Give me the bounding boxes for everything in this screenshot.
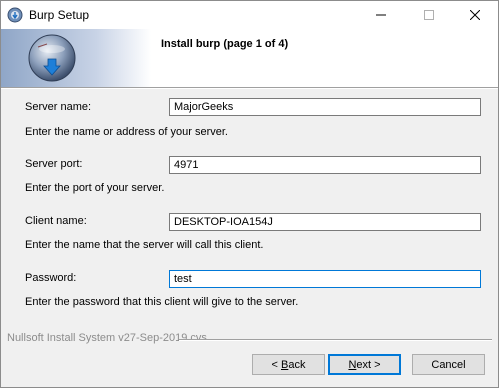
- password-hint: Enter the password that this client will…: [25, 296, 299, 308]
- cancel-button[interactable]: Cancel: [412, 354, 485, 375]
- burp-logo-icon: [27, 33, 77, 83]
- next-button-rest: ext >: [356, 358, 381, 371]
- back-button-rest: ack: [288, 358, 306, 371]
- next-button-accel: N: [348, 358, 357, 371]
- next-button[interactable]: Next >: [328, 354, 401, 375]
- server-name-hint: Enter the name or address of your server…: [25, 126, 228, 138]
- client-name-label: Client name:: [25, 215, 87, 227]
- client-name-field[interactable]: [169, 213, 481, 231]
- server-port-field[interactable]: [169, 156, 481, 174]
- client-name-hint: Enter the name that the server will call…: [25, 239, 264, 251]
- burp-installer-icon: [7, 7, 23, 23]
- window-title: Burp Setup: [29, 8, 90, 22]
- minimize-icon: [376, 10, 386, 20]
- header-banner: Install burp (page 1 of 4): [1, 29, 498, 87]
- minimize-button[interactable]: [358, 1, 404, 29]
- maximize-button[interactable]: [406, 1, 452, 29]
- server-name-label: Server name:: [25, 101, 92, 113]
- close-button[interactable]: [452, 1, 498, 29]
- server-port-label: Server port:: [25, 158, 83, 170]
- back-button-accel: B: [281, 358, 289, 371]
- password-label: Password:: [25, 272, 77, 284]
- back-button-prefix: <: [271, 358, 281, 371]
- cancel-button-label: Cancel: [431, 358, 466, 371]
- close-icon: [470, 10, 480, 20]
- page-title: Install burp (page 1 of 4): [161, 38, 289, 50]
- maximize-icon: [424, 10, 434, 20]
- footer-divider: [179, 339, 492, 341]
- title-bar[interactable]: Burp Setup: [1, 1, 498, 29]
- server-port-hint: Enter the port of your server.: [25, 182, 165, 194]
- header-divider: [1, 87, 498, 89]
- password-field[interactable]: [169, 270, 481, 288]
- installer-brand: Nullsoft Install System v27-Sep-2019.cvs: [7, 332, 207, 344]
- server-name-field[interactable]: [169, 98, 481, 116]
- back-button[interactable]: < Back: [252, 354, 325, 375]
- setup-window: Burp Setup Install burp (page 1 of 4) Se…: [0, 0, 499, 388]
